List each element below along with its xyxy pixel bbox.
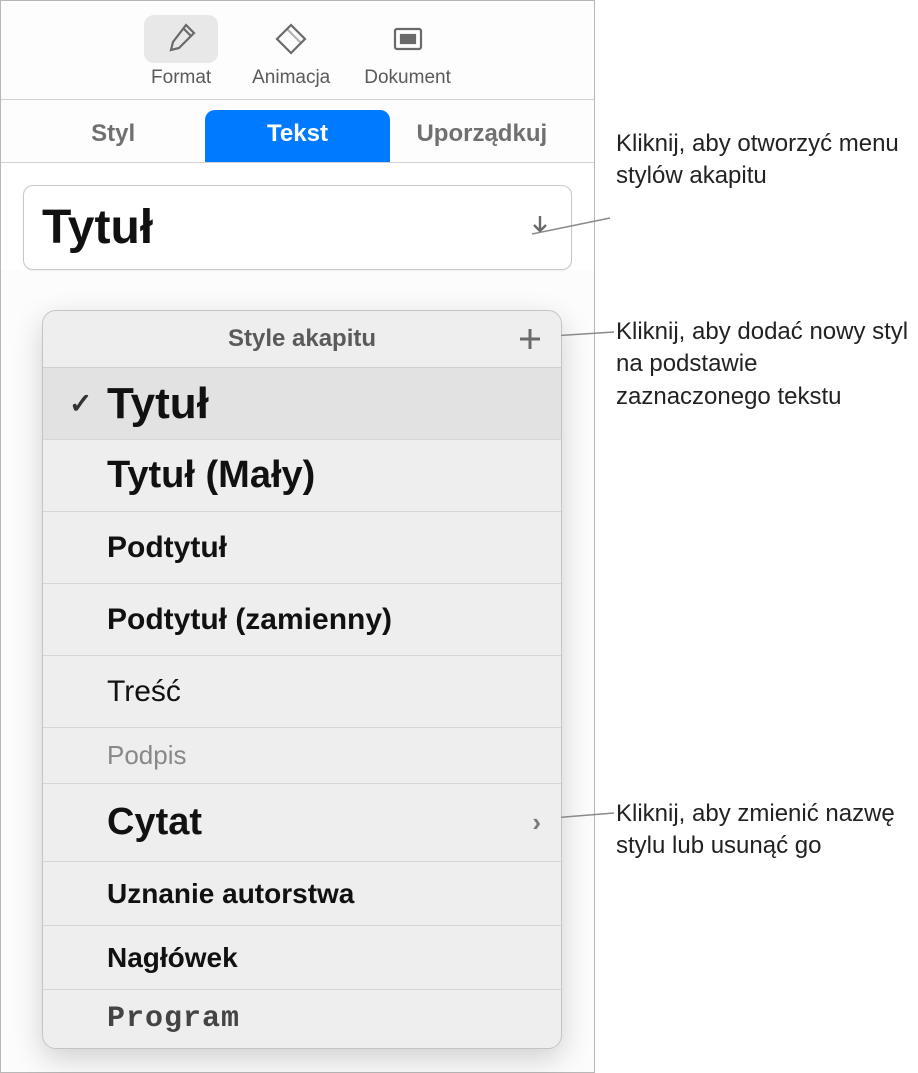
paragraph-style-section: Tytuł [1,163,594,270]
tab-text[interactable]: Tekst [205,110,389,162]
tab-style[interactable]: Styl [21,110,205,162]
document-tool[interactable]: Dokument [364,15,451,89]
callout-rename-delete: Kliknij, aby zmienić nazwę stylu lub usu… [616,798,916,863]
style-item-podtytul-zamienny[interactable]: Podtytuł (zamienny) [43,584,561,656]
callout-open-menu: Kliknij, aby otworzyć menu stylów akapit… [616,128,916,193]
style-label: Treść [107,675,181,709]
style-label: Podtytuł [107,531,227,565]
popover-title: Style akapitu [228,325,376,353]
brush-icon [144,15,218,63]
style-item-podpis[interactable]: Podpis [43,728,561,784]
style-item-podtytul[interactable]: Podtytuł [43,512,561,584]
callout-add-style: Kliknij, aby dodać nowy styl na podstawi… [616,316,916,413]
popover-header: Style akapitu [43,311,561,368]
style-label: Nagłówek [107,942,238,974]
style-label: Tytuł [107,379,209,429]
inspector-tabs: Styl Tekst Uporządkuj [1,100,594,163]
check-icon: ✓ [69,387,92,420]
style-item-cytat[interactable]: Cytat › [43,784,561,862]
paragraph-style-dropdown[interactable]: Tytuł [23,185,572,270]
style-item-program[interactable]: Program [43,990,561,1048]
style-item-uznanie[interactable]: Uznanie autorstwa [43,862,561,926]
style-label: Uznanie autorstwa [107,878,354,910]
style-label: Cytat [107,801,202,844]
diamond-icon [254,15,328,63]
document-icon [371,15,445,63]
style-label: Podpis [107,740,187,771]
callout-line [532,216,620,236]
style-item-tresc[interactable]: Treść [43,656,561,728]
add-style-button[interactable] [513,322,547,356]
animation-label: Animacja [252,67,330,89]
style-item-tytul-maly[interactable]: Tytuł (Mały) [43,440,561,512]
paragraph-style-current: Tytuł [42,200,153,255]
style-label: Program [107,1002,240,1036]
style-item-tytul[interactable]: ✓ Tytuł [43,368,561,440]
callout-line [552,810,618,822]
paragraph-styles-popover: Style akapitu ✓ Tytuł Tytuł (Mały) Podty… [42,310,562,1049]
document-label: Dokument [364,67,451,89]
style-list: ✓ Tytuł Tytuł (Mały) Podtytuł Podtytuł (… [43,368,561,1048]
animation-tool[interactable]: Animacja [252,15,330,89]
style-label: Tytuł (Mały) [107,454,315,497]
tab-arrange[interactable]: Uporządkuj [390,110,574,162]
format-tool[interactable]: Format [144,15,218,89]
toolbar: Format Animacja Dokument [1,1,594,100]
format-label: Format [151,67,211,89]
callout-line [552,330,618,342]
style-label: Podtytuł (zamienny) [107,603,392,637]
style-item-naglowek[interactable]: Nagłówek [43,926,561,990]
chevron-right-icon[interactable]: › [532,807,541,838]
